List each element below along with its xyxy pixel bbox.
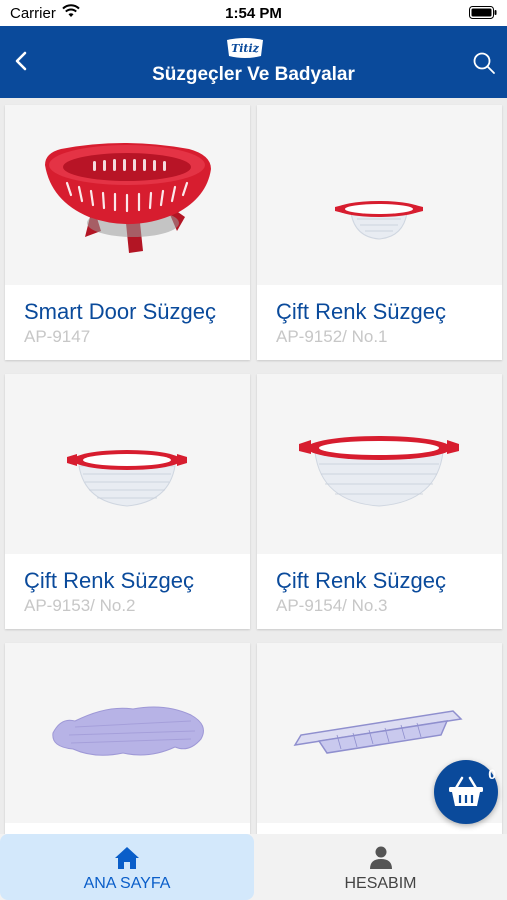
status-time: 1:54 PM	[225, 5, 282, 22]
titiz-logo: Titiz	[227, 38, 263, 58]
product-name: Smart Door Süzgeç	[24, 299, 216, 324]
search-icon[interactable]	[471, 50, 497, 76]
tab-account-label: HESABIM	[344, 875, 417, 892]
product-image	[257, 374, 502, 554]
product-image	[5, 643, 250, 823]
product-card[interactable]: Çift Renk Süzgeç AP-9152/ No.1	[257, 105, 502, 360]
tab-account[interactable]: HESABIM	[254, 834, 507, 900]
product-name: Çift Renk Süzgeç	[276, 299, 446, 324]
product-name: Çift Renk Süzgeç	[24, 568, 194, 593]
cart-count-badge: 0	[488, 766, 496, 782]
sink-mat-icon	[52, 706, 204, 756]
product-card[interactable]: Çift Renk Süzgeç AP-9153/ No.2	[5, 374, 250, 629]
cart-button[interactable]: 0	[434, 760, 498, 824]
page-title: Süzgeçler Ve Badyalar	[152, 64, 355, 85]
medium-colander-icon	[67, 450, 187, 507]
product-card[interactable]: Çift Renk Süzgeç AP-9154/ No.3	[257, 374, 502, 629]
nav-bar: Titiz Süzgeçler Ve Badyalar	[0, 26, 507, 98]
product-code: AP-9147	[24, 327, 91, 346]
red-colander-icon	[45, 143, 211, 253]
large-colander-icon	[299, 436, 459, 507]
svg-text:Titiz: Titiz	[231, 42, 260, 55]
product-image	[5, 374, 250, 554]
shopping-basket-icon	[449, 776, 483, 806]
battery-icon	[469, 6, 497, 19]
product-code: AP-9152/ No.1	[276, 327, 388, 346]
product-card[interactable]: Smart Door Süzgeç AP-9147	[5, 105, 250, 360]
product-image	[257, 105, 502, 285]
product-name: Çift Renk Süzgeç	[276, 568, 446, 593]
tab-home-label: ANA SAYFA	[83, 875, 171, 892]
status-bar: Carrier 1:54 PM	[0, 0, 507, 26]
product-code: AP-9153/ No.2	[24, 596, 136, 615]
product-code: AP-9154/ No.3	[276, 596, 388, 615]
product-image	[5, 105, 250, 285]
product-card[interactable]	[5, 643, 250, 834]
tab-home[interactable]: ANA SAYFA	[0, 834, 254, 900]
product-grid: Smart Door Süzgeç AP-9147 Çift Renk Süzg…	[0, 98, 507, 834]
tab-bar: ANA SAYFA HESABIM	[0, 834, 507, 900]
home-icon	[115, 847, 139, 869]
small-colander-icon	[335, 201, 423, 240]
person-icon	[369, 846, 392, 869]
